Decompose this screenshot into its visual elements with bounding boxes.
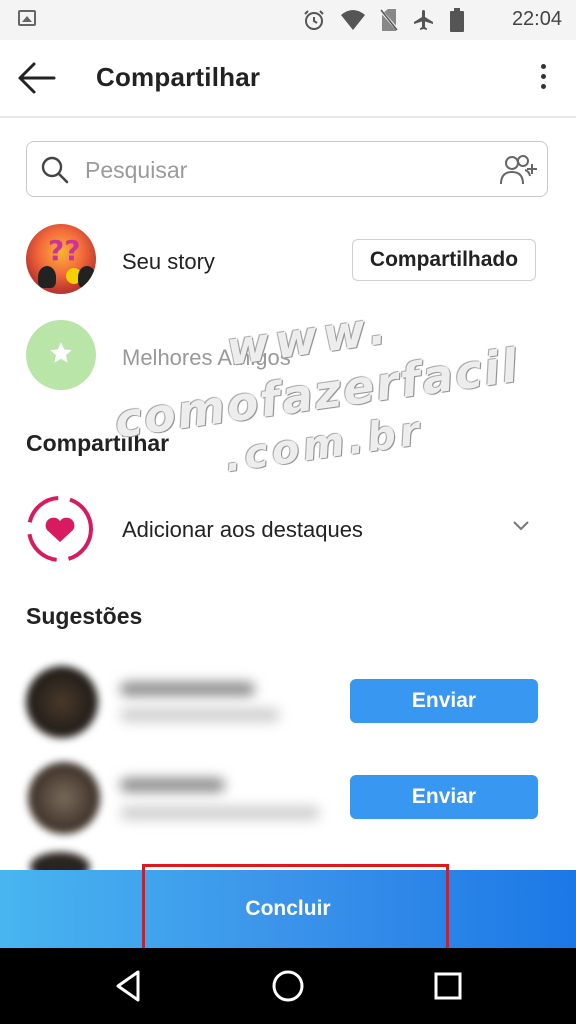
add-to-highlights-label[interactable]: Adicionar aos destaques [122,517,363,543]
chevron-down-icon[interactable] [512,520,530,532]
nav-home-button[interactable] [268,966,308,1006]
status-bar: 22:04 [0,0,576,40]
top-app-bar: Compartilhar [0,40,576,118]
status-time: 22:04 [511,8,562,30]
page-title: Compartilhar [96,62,261,92]
back-button[interactable] [16,60,56,96]
nav-recents-button[interactable] [428,966,468,1006]
done-button[interactable]: Concluir [0,870,576,948]
battery-icon [450,8,464,32]
search-bar[interactable] [26,141,548,197]
no-sim-icon [380,8,398,32]
close-friends-avatar [26,320,96,390]
blurred-username [120,778,225,792]
close-friends-label[interactable]: Melhores Amigos [122,345,291,371]
your-story-avatar: ?? [26,224,96,294]
square-recents-icon [434,972,462,1000]
search-input[interactable] [83,152,487,188]
more-vertical-icon [540,64,548,89]
avatar [28,762,100,834]
bottom-action-bar: Concluir [0,870,576,948]
system-nav-bar [0,948,576,1024]
star-icon [50,342,72,363]
image-icon [18,10,36,26]
nav-back-button[interactable] [108,966,148,1006]
suggestions-title: Sugestões [26,603,143,629]
share-section-title: Compartilhar [26,430,170,456]
airplane-icon [414,10,433,30]
status-icons [302,8,464,32]
blurred-subtitle [120,806,320,820]
shared-button[interactable]: Compartilhado [352,239,536,281]
send-button[interactable]: Enviar [350,679,538,723]
triangle-back-icon [116,970,140,1002]
search-icon [41,156,69,184]
arrow-left-icon [18,62,56,94]
watermark: www. comofazerfacil .com.br [111,299,523,482]
circle-home-icon [272,970,304,1002]
avatar [26,666,98,738]
alarm-icon [304,10,324,30]
your-story-label: Seu story [122,249,215,274]
wifi-icon [341,10,365,30]
more-options-button[interactable] [540,64,548,92]
highlight-heart-icon [27,496,93,562]
add-user-icon[interactable] [499,154,539,186]
blurred-username [120,682,255,696]
send-button[interactable]: Enviar [350,775,538,819]
blurred-subtitle [120,708,280,722]
